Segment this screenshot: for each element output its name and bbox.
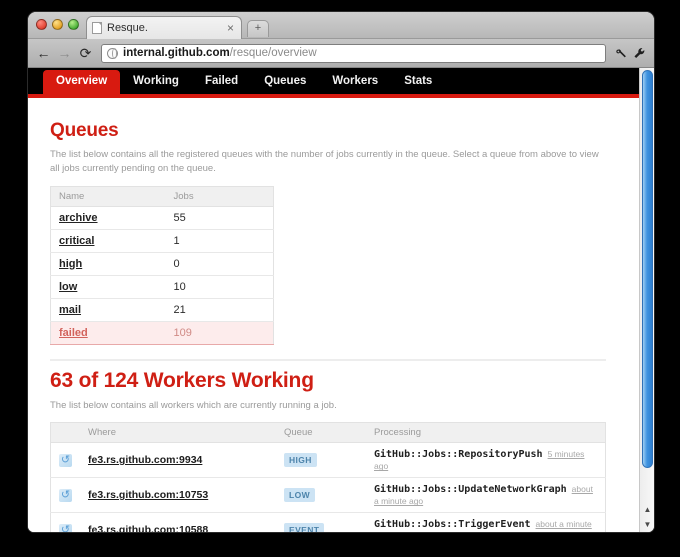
table-row[interactable]: ↺ fe3.rs.github.com:9934 HIGH GitHub::Jo… xyxy=(50,442,606,479)
worker-host-link[interactable]: fe3.rs.github.com:9934 xyxy=(88,454,202,466)
queue-jobs-count: 55 xyxy=(165,206,274,230)
new-tab-button[interactable]: + xyxy=(247,20,269,37)
queue-link[interactable]: archive xyxy=(59,212,98,224)
scroll-up-arrow-icon[interactable]: ▲ xyxy=(640,502,654,517)
browser-window: Resque. × + ← → ⟳ internal.github.com /r… xyxy=(27,11,655,533)
queues-table-header: Name Jobs xyxy=(50,185,274,207)
queue-link[interactable]: critical xyxy=(59,235,94,247)
forward-button[interactable]: → xyxy=(55,44,74,63)
minimize-window-button[interactable] xyxy=(52,19,63,30)
scrollbar-thumb[interactable] xyxy=(642,70,653,468)
table-row[interactable]: ↺ fe3.rs.github.com:10753 LOW GitHub::Jo… xyxy=(50,477,606,514)
queues-col-jobs: Jobs xyxy=(165,185,274,207)
browser-tab[interactable]: Resque. × xyxy=(86,16,242,39)
scroll-down-arrow-icon[interactable]: ▼ xyxy=(640,517,654,532)
resque-page: Overview Working Failed Queues Workers S… xyxy=(28,68,639,532)
browser-viewport: Overview Working Failed Queues Workers S… xyxy=(28,68,654,532)
browser-toolbar: ← → ⟳ internal.github.com /resque/overvi… xyxy=(28,39,654,68)
nav-tab-failed[interactable]: Failed xyxy=(192,70,251,95)
workers-col-processing: Processing xyxy=(366,422,606,444)
workers-col-icon xyxy=(50,422,80,444)
worker-host-link[interactable]: fe3.rs.github.com:10753 xyxy=(88,489,208,501)
table-row-failed[interactable]: failed 109 xyxy=(50,320,274,345)
table-row[interactable]: ↺ fe3.rs.github.com:10588 EVENT GitHub::… xyxy=(50,512,606,532)
workers-description: The list below contains all workers whic… xyxy=(50,399,337,411)
queues-heading: Queues xyxy=(50,120,119,141)
queue-link[interactable]: mail xyxy=(59,304,81,316)
queue-link-failed[interactable]: failed xyxy=(59,327,88,339)
workers-table: Where Queue Processing ↺ fe3.rs.github.c… xyxy=(50,422,606,532)
nav-tab-overview[interactable]: Overview xyxy=(43,69,121,94)
queue-badge: LOW xyxy=(284,488,316,503)
worker-status-icon: ↺ xyxy=(59,488,72,502)
page-icon xyxy=(92,22,102,34)
window-controls xyxy=(36,19,79,30)
close-window-button[interactable] xyxy=(36,19,47,30)
nav-tab-working[interactable]: Working xyxy=(120,70,192,95)
worker-host-link[interactable]: fe3.rs.github.com:10588 xyxy=(88,524,208,532)
workers-col-where: Where xyxy=(80,422,276,444)
app-nav: Overview Working Failed Queues Workers S… xyxy=(28,68,639,98)
queue-jobs-count: 0 xyxy=(165,252,274,276)
wrench-icon[interactable] xyxy=(631,44,648,63)
table-row[interactable]: critical 1 xyxy=(50,229,274,253)
job-name: GitHub::Jobs::UpdateNetworkGraph xyxy=(374,484,567,496)
table-row[interactable]: high 0 xyxy=(50,252,274,276)
back-button[interactable]: ← xyxy=(34,44,53,63)
nav-tab-workers[interactable]: Workers xyxy=(319,70,391,95)
workers-heading: 63 of 124 Workers Working xyxy=(50,368,314,392)
table-row[interactable]: low 10 xyxy=(50,275,274,299)
job-name: GitHub::Jobs::RepositoryPush xyxy=(374,449,543,461)
job-name: GitHub::Jobs::TriggerEvent xyxy=(374,519,531,531)
worker-status-icon: ↺ xyxy=(59,523,72,532)
queue-link[interactable]: low xyxy=(59,281,77,293)
nav-tab-queues[interactable]: Queues xyxy=(251,70,319,95)
table-row[interactable]: mail 21 xyxy=(50,298,274,322)
queues-col-name: Name xyxy=(50,185,166,207)
vertical-scrollbar[interactable]: ▲ ▼ xyxy=(639,68,654,532)
address-bar[interactable]: internal.github.com /resque/overview xyxy=(101,43,606,63)
queue-badge: HIGH xyxy=(284,453,317,468)
queue-jobs-count: 1 xyxy=(165,229,274,253)
queue-jobs-count: 10 xyxy=(165,275,274,299)
address-path: /resque/overview xyxy=(229,47,317,59)
queue-jobs-count: 21 xyxy=(165,298,274,322)
browser-tab-strip: Resque. × + xyxy=(28,12,654,39)
page-content: Queues The list below contains all the r… xyxy=(28,98,639,532)
worker-status-icon: ↺ xyxy=(59,453,72,467)
nav-tab-stats[interactable]: Stats xyxy=(391,70,445,95)
reload-button[interactable]: ⟳ xyxy=(76,44,95,63)
tab-title: Resque. xyxy=(107,22,148,34)
queue-link[interactable]: high xyxy=(59,258,82,270)
maximize-window-button[interactable] xyxy=(68,19,79,30)
table-row[interactable]: archive 55 xyxy=(50,206,274,230)
address-host: internal.github.com xyxy=(123,47,230,59)
globe-icon xyxy=(107,47,118,59)
queues-table: Name Jobs archive 55 critical 1 high 0 l… xyxy=(50,185,274,345)
bookmark-icon[interactable] xyxy=(613,44,630,63)
queues-description: The list below contains all the register… xyxy=(50,149,599,174)
queue-badge: EVENT xyxy=(284,523,325,532)
workers-table-header: Where Queue Processing xyxy=(50,422,606,444)
workers-col-queue: Queue xyxy=(276,422,366,444)
close-tab-icon[interactable]: × xyxy=(225,22,236,34)
queue-jobs-count: 109 xyxy=(165,320,274,345)
section-divider xyxy=(50,358,606,361)
